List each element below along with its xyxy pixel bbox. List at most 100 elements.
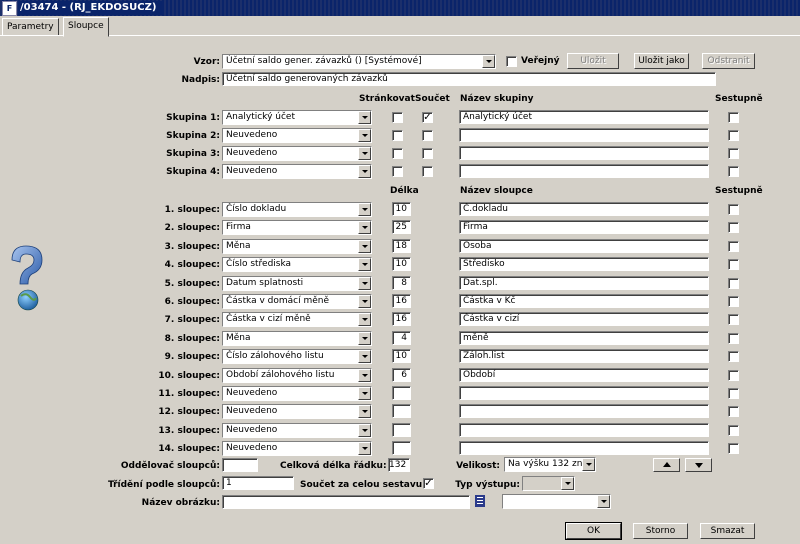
strankovat-checkbox[interactable] (392, 148, 403, 159)
tab-sloupce[interactable]: Sloupce (63, 17, 109, 37)
nazev-sloupce-input[interactable]: Období (459, 367, 709, 382)
delka-input[interactable] (392, 422, 411, 437)
nazev-sloupce-input[interactable]: Částka v cizí (459, 312, 709, 327)
delka-input[interactable] (392, 441, 411, 456)
delka-input[interactable] (392, 404, 411, 419)
chevron-down-icon[interactable] (358, 442, 371, 456)
sestupne-checkbox[interactable] (728, 277, 739, 289)
strankovat-checkbox[interactable] (392, 112, 403, 123)
sestupne-checkbox[interactable] (728, 296, 739, 307)
nazev-sloupce-input[interactable]: Středisko (459, 257, 709, 272)
chevron-down-icon[interactable] (358, 147, 371, 160)
delka-input[interactable]: 18 (392, 238, 411, 253)
chevron-down-icon[interactable] (561, 477, 574, 490)
nazev-sloupce-input[interactable]: Firma (459, 220, 709, 235)
sestupne-checkbox[interactable] (728, 443, 739, 455)
sloupec-select[interactable]: Firma (222, 220, 372, 236)
velikost-select[interactable]: Na výšku 132 zn. (504, 457, 596, 472)
sloupec-select[interactable]: Období zálohového listu (222, 367, 372, 383)
sestupne-checkbox[interactable] (728, 204, 739, 215)
sestupne-checkbox[interactable] (728, 406, 739, 418)
nazev-sloupce-input[interactable]: měně (459, 330, 709, 345)
sloupec-select[interactable]: Datum splatnosti (222, 275, 372, 291)
move-up-button[interactable] (653, 458, 680, 472)
delka-input[interactable]: 10 (392, 202, 411, 216)
sestupne-checkbox[interactable] (728, 369, 739, 381)
soucet-checkbox[interactable] (422, 166, 433, 177)
soucet-checkbox[interactable] (422, 130, 433, 141)
delka-input[interactable]: 8 (392, 275, 411, 290)
chevron-down-icon[interactable] (358, 368, 371, 382)
soucet-sestavy-checkbox[interactable]: ✓ (423, 478, 434, 489)
skupina-select[interactable]: Neuvedeno (222, 146, 372, 161)
storno-button[interactable]: Storno (633, 523, 688, 539)
tab-parametry[interactable]: Parametry (2, 18, 59, 36)
sestupne-checkbox[interactable] (728, 240, 739, 252)
nazev-skupiny-input[interactable] (459, 128, 709, 142)
sloupec-select[interactable]: Částka v cizí měně (222, 312, 372, 328)
nazev-skupiny-input[interactable] (459, 164, 709, 178)
trideni-input[interactable]: 1 (222, 476, 294, 490)
chevron-down-icon[interactable] (358, 423, 371, 437)
sloupec-select[interactable]: Číslo dokladu (222, 202, 372, 217)
chevron-down-icon[interactable] (358, 221, 371, 235)
sloupec-select[interactable]: Číslo střediska (222, 257, 372, 273)
sestupne-checkbox[interactable] (728, 424, 739, 436)
sloupec-select[interactable]: Číslo zálohového listu (222, 349, 372, 365)
chevron-down-icon[interactable] (358, 295, 371, 308)
skupina-select[interactable]: Neuvedeno (222, 128, 372, 143)
ulozit-jako-button[interactable]: Uložit jako (634, 53, 689, 69)
sestupne-checkbox[interactable] (728, 112, 739, 123)
nazev-sloupce-input[interactable]: Částka v Kč (459, 294, 709, 308)
delka-input[interactable]: 10 (392, 257, 411, 272)
delka-input[interactable]: 6 (392, 367, 411, 382)
nazev-sloupce-input[interactable]: Č.dokladu (459, 202, 709, 216)
vzor-select[interactable]: Účetní saldo gener. závazků () [Systémov… (222, 54, 496, 69)
delka-input[interactable] (392, 386, 411, 400)
oddelovac-input[interactable] (222, 458, 258, 472)
skupina-select[interactable]: Neuvedeno (222, 164, 372, 179)
nazev-sloupce-input[interactable]: Dat.spl. (459, 275, 709, 290)
nazev-skupiny-input[interactable] (459, 146, 709, 160)
nazev-obrazku-input[interactable] (222, 495, 470, 509)
chevron-down-icon[interactable] (482, 55, 495, 68)
sloupec-select[interactable]: Měna (222, 238, 372, 254)
sestupne-checkbox[interactable] (728, 351, 739, 363)
chevron-down-icon[interactable] (358, 313, 371, 327)
nadpis-input[interactable]: Účetní saldo generovaných závazků (222, 72, 716, 86)
nazev-sloupce-input[interactable]: Záloh.list (459, 349, 709, 364)
delka-input[interactable]: 25 (392, 220, 411, 235)
delka-input[interactable]: 16 (392, 312, 411, 327)
chevron-down-icon[interactable] (358, 129, 371, 142)
chevron-down-icon[interactable] (358, 276, 371, 290)
sloupec-select[interactable]: Neuvedeno (222, 422, 372, 438)
soucet-checkbox[interactable]: ✓ (422, 112, 433, 123)
sestupne-checkbox[interactable] (728, 332, 739, 344)
help-question-icon[interactable] (6, 244, 46, 312)
chevron-down-icon[interactable] (358, 331, 371, 345)
delka-input[interactable]: 10 (392, 349, 411, 364)
sloupec-select[interactable]: Neuvedeno (222, 404, 372, 420)
sestupne-checkbox[interactable] (728, 314, 739, 326)
nazev-sloupce-input[interactable] (459, 422, 709, 437)
nazev-sloupce-input[interactable] (459, 441, 709, 456)
skupina-select[interactable]: Analytický účet (222, 110, 372, 125)
soucet-checkbox[interactable] (422, 148, 433, 159)
sloupec-select[interactable]: Neuvedeno (222, 386, 372, 401)
delka-input[interactable]: 4 (392, 330, 411, 345)
sestupne-checkbox[interactable] (728, 388, 739, 399)
chevron-down-icon[interactable] (582, 458, 595, 471)
typ-vystupu-select[interactable] (522, 476, 575, 491)
verejny-checkbox[interactable] (506, 56, 517, 67)
chevron-down-icon[interactable] (358, 405, 371, 419)
delka-input[interactable]: 16 (392, 294, 411, 308)
chevron-down-icon[interactable] (358, 239, 371, 253)
nazev-sloupce-input[interactable]: Osoba (459, 238, 709, 253)
chevron-down-icon[interactable] (358, 258, 371, 272)
chevron-down-icon[interactable] (358, 350, 371, 364)
ulozit-button[interactable]: Uložit (567, 53, 619, 69)
smazat-button[interactable]: Smazat (700, 523, 755, 539)
sloupec-select[interactable]: Měna (222, 330, 372, 346)
sestupne-checkbox[interactable] (728, 222, 739, 234)
nazev-sloupce-input[interactable] (459, 386, 709, 400)
